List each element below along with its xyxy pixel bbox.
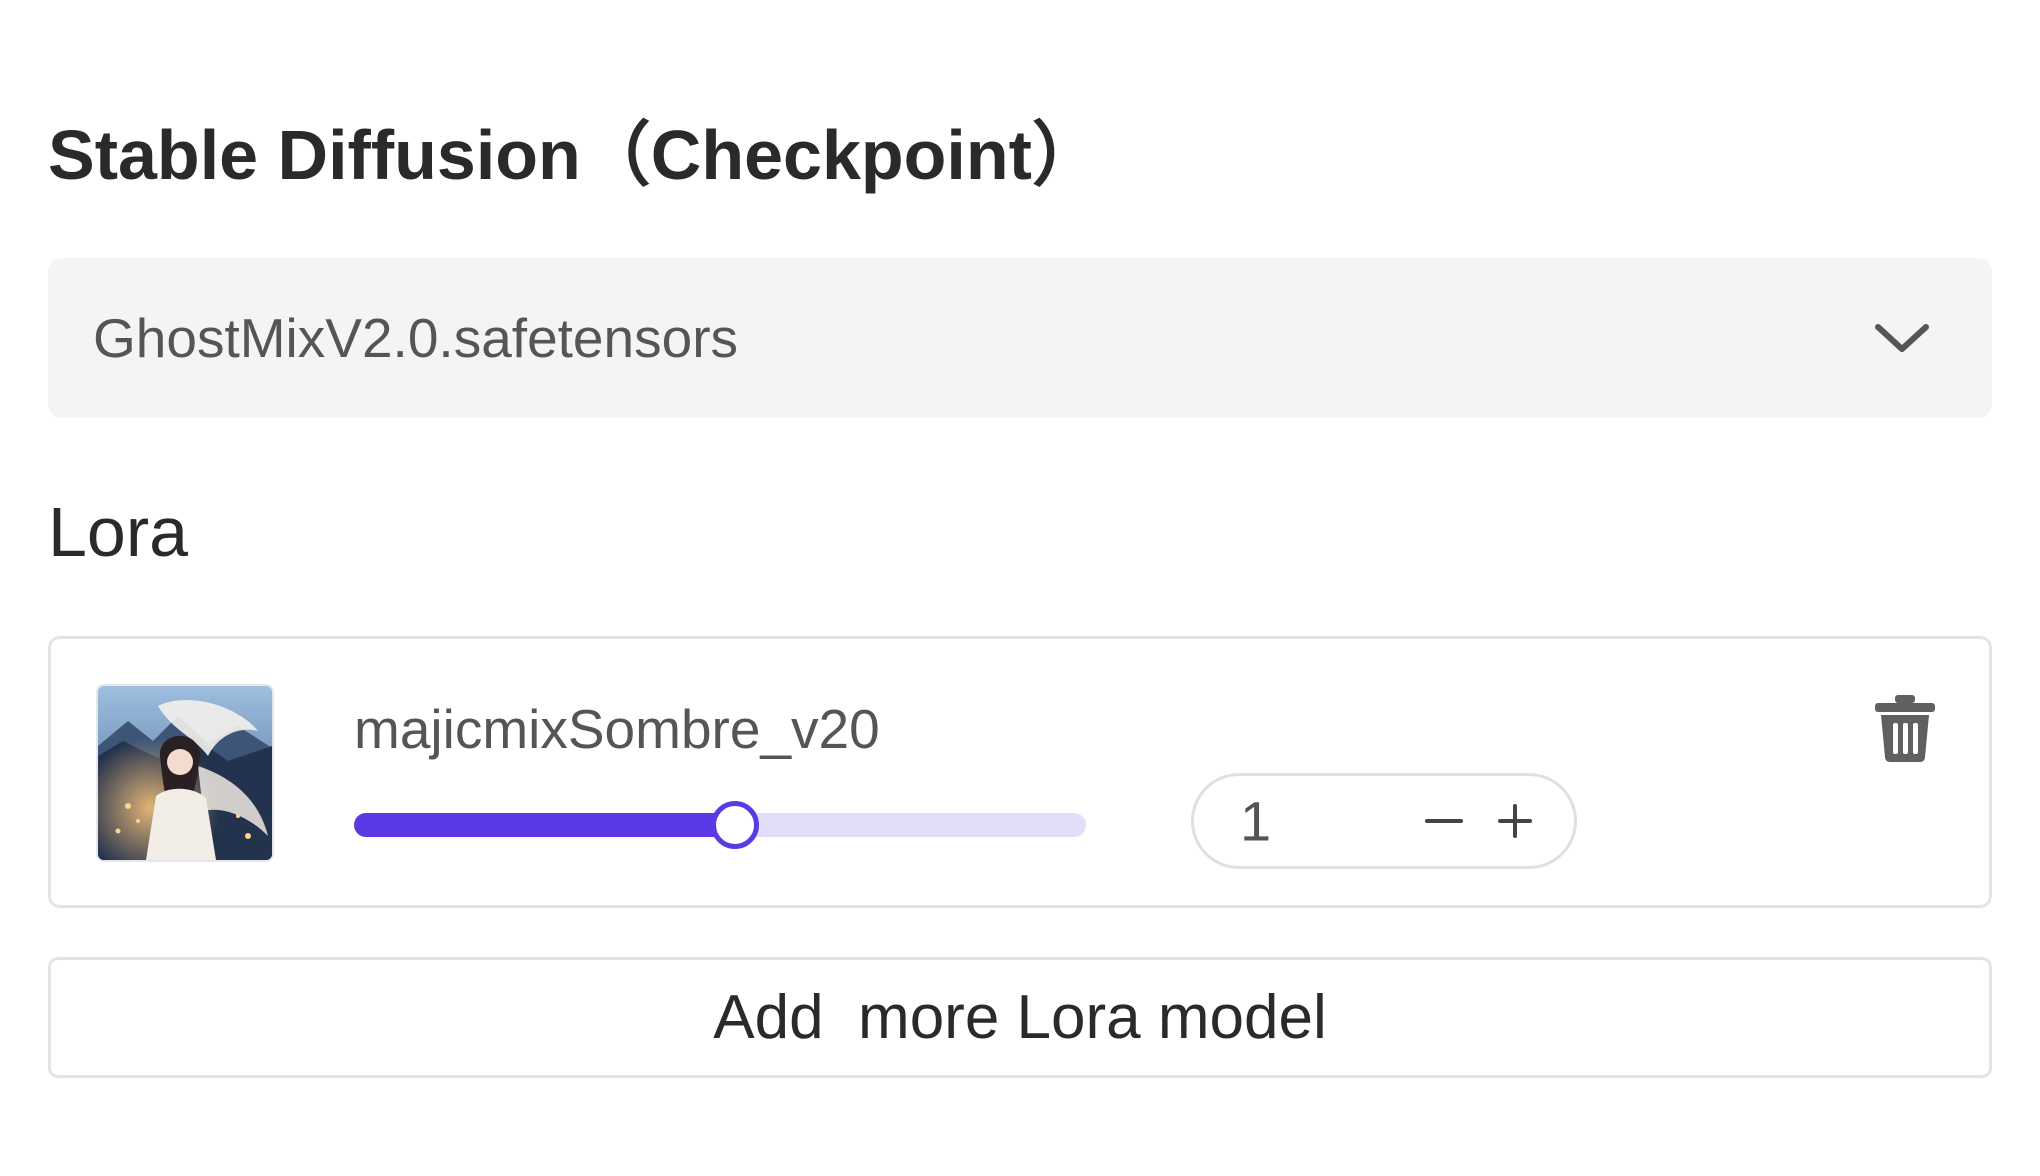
lora-item-card: majicmixSombre_v20 [48, 636, 1992, 908]
decrement-button[interactable] [1419, 796, 1469, 846]
checkpoint-select[interactable]: GhostMixV2.0.safetensors [48, 258, 1992, 418]
checkpoint-section-title: Stable Diffusion（Checkpoint） [48, 116, 1102, 194]
lora-weight-stepper [1191, 773, 1577, 869]
plus-icon [1498, 804, 1532, 838]
lora-model-name: majicmixSombre_v20 [354, 698, 880, 760]
slider-fill [354, 813, 735, 837]
lora-section-title: Lora [48, 493, 189, 571]
slider-handle[interactable] [710, 801, 759, 849]
increment-button[interactable] [1490, 796, 1540, 846]
chevron-down-icon[interactable] [1872, 318, 1932, 358]
checkpoint-selected-value: GhostMixV2.0.safetensors [93, 307, 739, 369]
lora-weight-input[interactable] [1240, 788, 1340, 854]
add-more-lora-button[interactable]: Add more Lora model [48, 957, 1992, 1078]
lora-weight-slider[interactable] [354, 801, 1086, 849]
minus-icon [1425, 819, 1463, 823]
trash-icon[interactable] [1873, 693, 1937, 763]
lora-thumbnail [98, 686, 272, 860]
